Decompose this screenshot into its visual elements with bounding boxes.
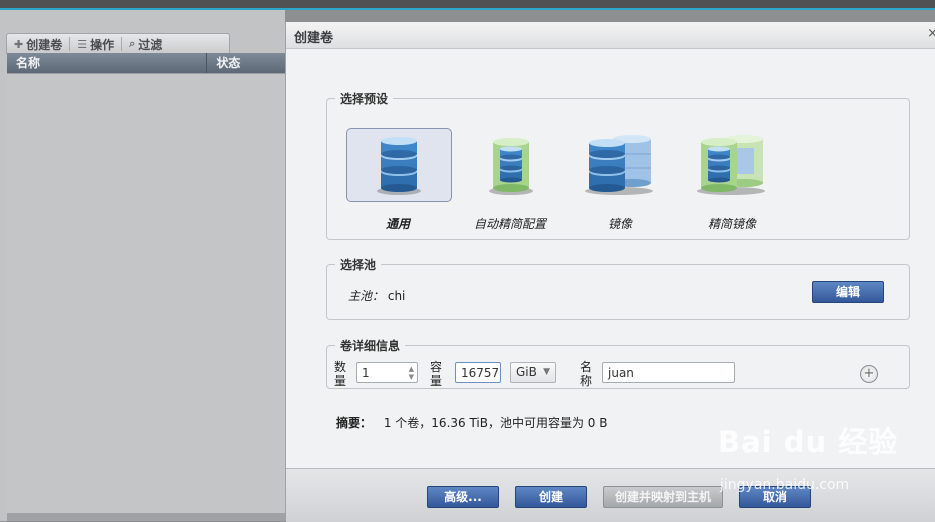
preset-general-label: 通用	[385, 217, 410, 231]
pool-value: chi	[387, 289, 406, 303]
dialog-title: 创建卷	[294, 31, 334, 46]
left-toolbar: ✚ 创建卷 ☰ 操作 ⌕ 过滤	[6, 33, 230, 54]
dialog-title-bar: 创建卷 ×	[286, 22, 935, 49]
filter-label: 过滤	[138, 37, 163, 52]
preset-thin-label: 自动精简配置	[473, 217, 546, 231]
preset-mirror[interactable]: 镜像	[568, 128, 672, 244]
search-icon: ⌕	[129, 37, 136, 50]
actions-button[interactable]: ☰ 操作	[70, 37, 123, 52]
single-blue-database-icon	[377, 137, 421, 195]
volume-table-body	[7, 73, 285, 514]
green-thin-database-icon	[489, 138, 533, 195]
create-button[interactable]: 创建	[515, 486, 587, 508]
summary-line: 摘要： 1 个卷，16.36 TiB，池中可用容量为 0 B	[336, 414, 608, 431]
baidu-watermark: Bai du 经验 jingyan.baidu.com	[718, 419, 918, 499]
watermark-url: jingyan.baidu.com	[720, 477, 850, 493]
summary-label: 摘要：	[336, 416, 373, 430]
preset-general[interactable]: 通用	[346, 128, 452, 244]
mirrored-green-database-icon	[697, 135, 765, 195]
details-group-legend: 卷详细信息	[340, 339, 401, 353]
volume-table-header: 名称 状态	[7, 53, 285, 73]
filter-button[interactable]: ⌕ 过滤	[122, 37, 169, 52]
pool-key: 主池：	[348, 289, 385, 303]
column-name[interactable]: 名称	[7, 53, 208, 73]
preset-thin-mirror[interactable]: 精简镜像	[680, 128, 784, 244]
actions-label: 操作	[90, 37, 115, 52]
chevron-down-icon: ▼	[543, 367, 550, 377]
watermark-brand: Bai du 经验	[718, 425, 899, 459]
add-row-icon[interactable]: +	[860, 365, 878, 383]
quantity-stepper[interactable]: 1 ▲ ▼	[356, 362, 418, 383]
preset-mirror-box	[568, 128, 674, 202]
mirrored-blue-database-icon	[585, 135, 653, 195]
edit-pool-button[interactable]: 编辑	[812, 281, 884, 303]
volume-name-input[interactable]: juan	[602, 362, 735, 383]
column-status[interactable]: 状态	[207, 53, 285, 73]
summary-text: 1 个卷，16.36 TiB，池中可用容量为 0 B	[383, 416, 608, 430]
capacity-unit-value: GiB	[516, 365, 537, 379]
preset-thin-mirror-box	[680, 128, 786, 202]
name-label: 名称	[579, 360, 592, 388]
preset-thin-provisioning[interactable]: 自动精简配置	[458, 128, 562, 244]
capacity-input[interactable]: 16757	[455, 362, 501, 383]
top-bar	[0, 0, 935, 10]
preset-thin-mirror-label: 精简镜像	[707, 217, 756, 231]
close-icon[interactable]: ×	[927, 26, 935, 41]
pool-selection: 主池： chi	[348, 287, 405, 304]
capacity-unit-select[interactable]: GiB ▼	[510, 362, 556, 383]
plus-icon: ✚	[14, 37, 24, 51]
create-volume-button[interactable]: ✚ 创建卷	[7, 37, 71, 52]
left-panel-scroll-area	[7, 513, 285, 521]
pool-group-legend: 选择池	[340, 258, 377, 272]
preset-group-legend: 选择预设	[340, 92, 389, 106]
preset-mirror-label: 镜像	[607, 217, 632, 231]
preset-thin-box	[458, 128, 564, 202]
advanced-button[interactable]: 高级...	[427, 486, 499, 508]
create-volume-label: 创建卷	[26, 37, 63, 52]
quantity-value: 1	[362, 366, 370, 380]
preset-general-box	[346, 128, 452, 202]
capacity-label: 容量	[429, 360, 442, 388]
spinner-arrows-icon[interactable]: ▲ ▼	[409, 365, 414, 381]
create-and-map-button[interactable]: 创建并映射到主机	[603, 486, 723, 508]
list-icon: ☰	[77, 37, 88, 51]
quantity-label: 数量	[333, 360, 346, 388]
